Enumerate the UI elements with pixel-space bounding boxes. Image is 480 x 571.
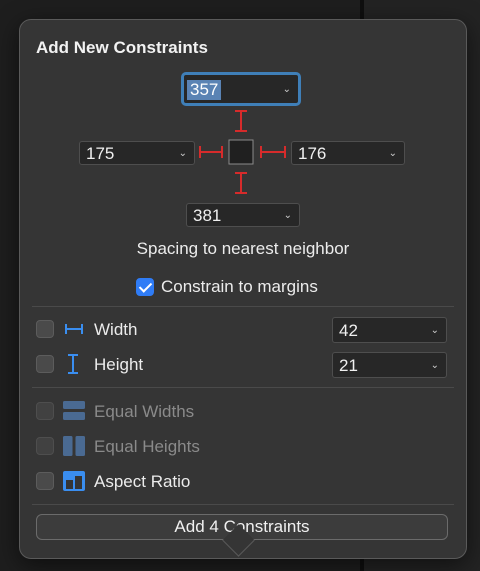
width-label: Width [94,320,138,339]
aspect-ratio-icon [63,471,85,491]
section-divider [32,387,454,388]
equal-heights-label: Equal Heights [94,437,200,456]
bottom-strut-toggle[interactable] [235,172,247,194]
popover-title: Add New Constraints [36,38,208,57]
right-spacing-value: 176 [298,144,327,163]
width-value: 42 [339,321,358,340]
constrain-margins-checkbox[interactable] [136,278,154,296]
section-divider [32,306,454,307]
width-icon [65,324,83,334]
left-spacing-value: 175 [86,144,115,163]
chevron-down-icon[interactable]: ⌄ [283,80,291,100]
chevron-down-icon[interactable]: ⌄ [284,206,292,226]
height-checkbox[interactable] [36,355,54,373]
chevron-down-icon[interactable]: ⌄ [431,356,439,376]
top-spacing-value: 357 [187,80,222,100]
view-box [228,139,254,165]
height-value-field[interactable]: 21 ⌄ [332,352,447,378]
height-icon [68,354,78,374]
left-spacing-field[interactable]: 175 ⌄ [79,141,195,165]
top-spacing-field[interactable]: 357 ⌄ [181,72,301,106]
equal-widths-label: Equal Widths [94,402,195,421]
top-strut-toggle[interactable] [235,110,247,132]
bottom-spacing-field[interactable]: 381 ⌄ [186,203,300,227]
bottom-spacing-value: 381 [193,206,222,225]
right-spacing-field[interactable]: 176 ⌄ [291,141,405,165]
constrain-margins-label[interactable]: Constrain to margins [161,277,318,297]
chevron-down-icon[interactable]: ⌄ [431,321,439,341]
equal-heights-checkbox [36,437,54,455]
aspect-ratio-checkbox[interactable] [36,472,54,490]
aspect-ratio-label: Aspect Ratio [94,472,191,491]
equal-heights-icon [63,436,85,456]
spacing-caption: Spacing to nearest neighbor [136,239,350,258]
width-checkbox[interactable] [36,320,54,338]
spacing-struts-diagram [199,110,286,194]
section-divider [32,504,454,505]
height-label: Height [94,355,144,374]
add-constraints-popover: Add New Constraints 357 ⌄ 175 ⌄ 176 ⌄ 38… [19,19,467,559]
equal-widths-checkbox [36,402,54,420]
left-strut-toggle[interactable] [199,146,223,158]
width-value-field[interactable]: 42 ⌄ [332,317,447,343]
chevron-down-icon[interactable]: ⌄ [389,144,397,164]
right-strut-toggle[interactable] [260,146,286,158]
equal-widths-icon [63,401,85,420]
height-value: 21 [339,356,358,375]
chevron-down-icon[interactable]: ⌄ [179,144,187,164]
